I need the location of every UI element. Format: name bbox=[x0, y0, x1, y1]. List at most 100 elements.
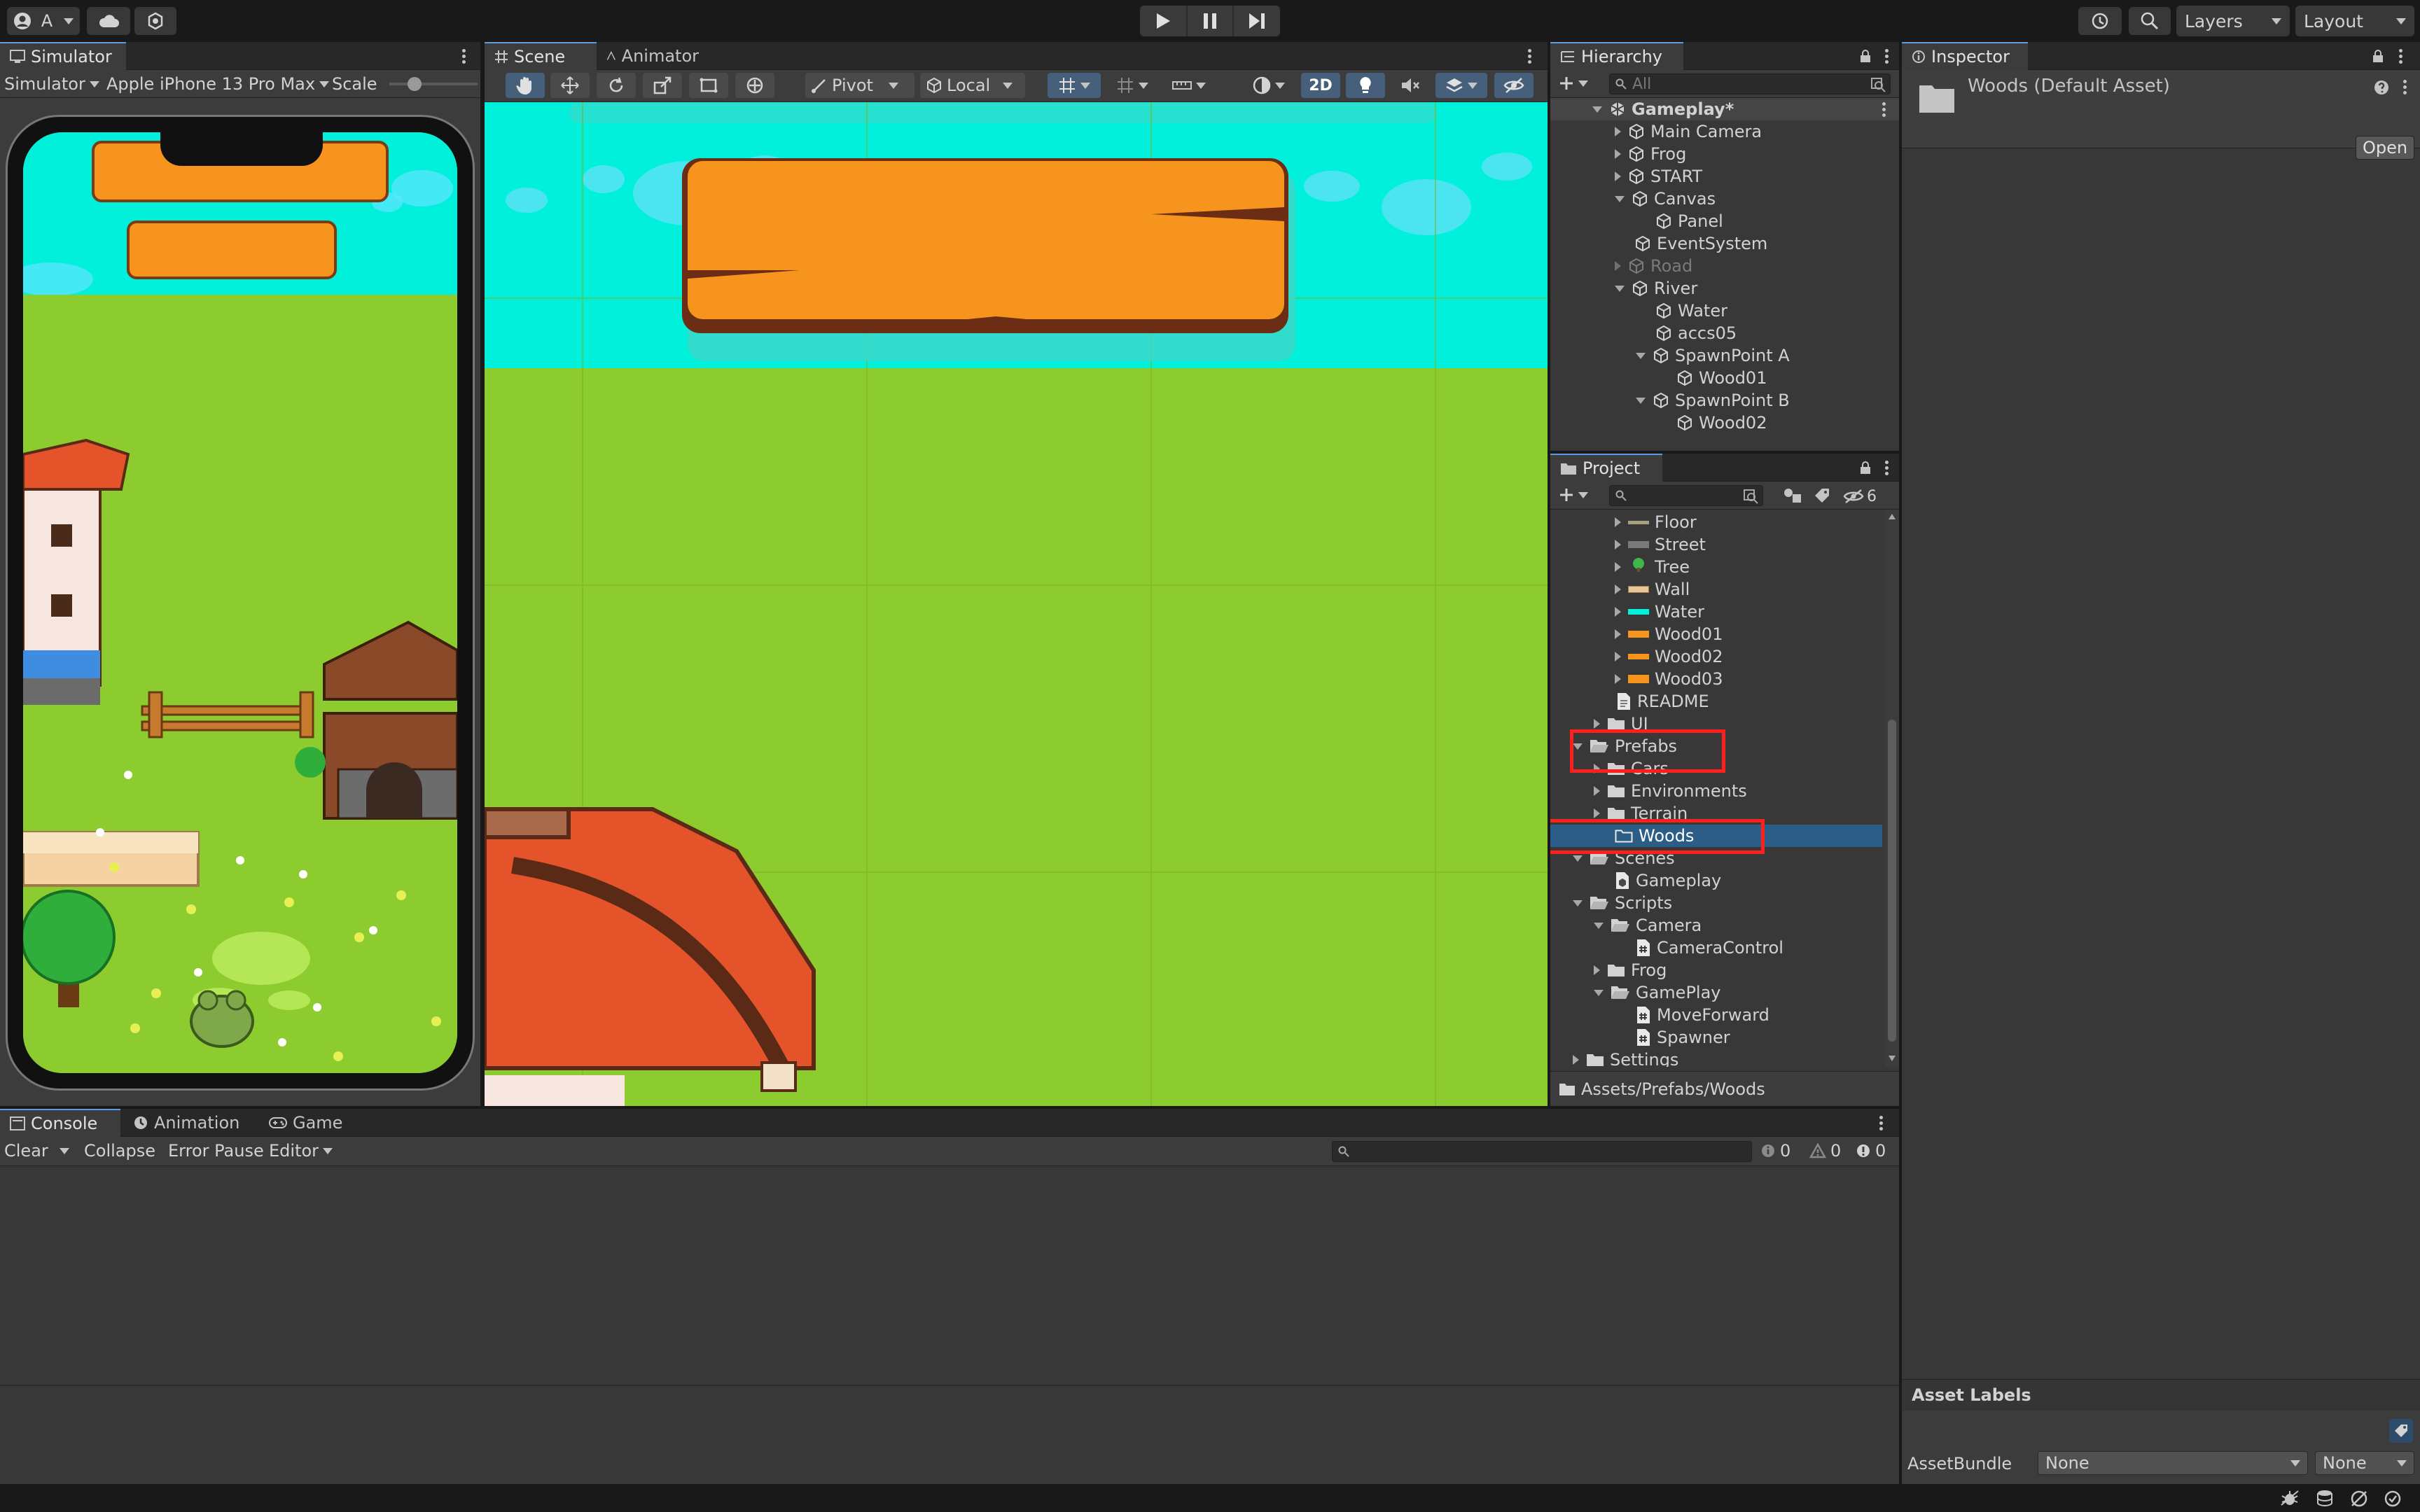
expand-arrow-icon[interactable] bbox=[1594, 808, 1600, 818]
lock-icon[interactable] bbox=[1858, 461, 1872, 475]
rotate-tool-button[interactable] bbox=[597, 73, 636, 98]
project-search-input[interactable] bbox=[1609, 485, 1763, 506]
help-icon[interactable] bbox=[2374, 80, 2389, 95]
expand-arrow-icon[interactable] bbox=[1615, 149, 1621, 159]
history-button[interactable] bbox=[2078, 7, 2122, 35]
tree-item-spawnpoint-b[interactable]: SpawnPoint B bbox=[1636, 389, 1790, 412]
expand-arrow-icon[interactable] bbox=[1615, 261, 1621, 271]
expand-arrow-icon[interactable] bbox=[1615, 629, 1621, 639]
device-dropdown[interactable]: Apple iPhone 13 Pro Max bbox=[106, 71, 330, 97]
tree-item-scripts[interactable]: Scripts bbox=[1573, 892, 1672, 914]
more-options-icon[interactable] bbox=[1879, 458, 1893, 477]
rect-tool-button[interactable] bbox=[689, 73, 728, 98]
step-button[interactable] bbox=[1234, 6, 1280, 36]
editor-dropdown[interactable]: Editor bbox=[269, 1138, 333, 1163]
tab-animation[interactable]: Animation bbox=[123, 1109, 263, 1137]
search-button[interactable] bbox=[2129, 7, 2171, 35]
error-filter-toggle[interactable]: 0 bbox=[1856, 1138, 1886, 1163]
tree-item-tree[interactable]: Tree bbox=[1615, 556, 1690, 578]
expand-arrow-icon[interactable] bbox=[1636, 397, 1646, 404]
cloud-button[interactable] bbox=[87, 7, 130, 35]
play-button[interactable] bbox=[1140, 6, 1186, 36]
tree-item-accs05[interactable]: accs05 bbox=[1655, 322, 1737, 344]
layers-dropdown[interactable]: Layers bbox=[2176, 6, 2290, 36]
tree-item-settings[interactable]: Settings bbox=[1573, 1049, 1678, 1067]
tab-simulator[interactable]: Simulator bbox=[0, 42, 126, 70]
lighting-toggle[interactable] bbox=[1346, 73, 1385, 98]
tree-item-wood02[interactable]: Wood02 bbox=[1676, 412, 1767, 434]
shading-dropdown[interactable] bbox=[1242, 73, 1295, 98]
clear-dropdown[interactable]: Clear bbox=[4, 1138, 69, 1163]
variant-dropdown[interactable]: None bbox=[2315, 1451, 2414, 1475]
pivot-dropdown[interactable]: Pivot bbox=[805, 73, 915, 98]
more-options-icon[interactable] bbox=[1522, 46, 1536, 66]
visibility-toggle[interactable] bbox=[1494, 73, 1534, 98]
transform-tool-button[interactable] bbox=[735, 73, 774, 98]
ruler-dropdown[interactable] bbox=[1162, 73, 1216, 98]
tree-item-river[interactable]: River bbox=[1615, 277, 1697, 300]
expand-arrow-icon[interactable] bbox=[1615, 540, 1621, 550]
tree-item-moveforward[interactable]: MoveForward bbox=[1636, 1004, 1769, 1026]
console-splitter[interactable] bbox=[0, 1385, 1899, 1386]
tree-item-street[interactable]: Street bbox=[1615, 533, 1706, 556]
tree-item-wood03[interactable]: Wood03 bbox=[1615, 668, 1723, 690]
tree-item-gameplay-scene[interactable]: Gameplay* bbox=[1550, 98, 1899, 120]
tree-item-water[interactable]: Water bbox=[1615, 601, 1704, 623]
tree-item-water[interactable]: Water bbox=[1655, 300, 1727, 322]
expand-arrow-icon[interactable] bbox=[1594, 965, 1600, 975]
effects-dropdown[interactable] bbox=[1435, 73, 1487, 98]
expand-arrow-icon[interactable] bbox=[1573, 899, 1583, 906]
add-label-button[interactable] bbox=[2389, 1419, 2413, 1443]
collab-button[interactable] bbox=[134, 7, 176, 35]
toggle-2d-button[interactable]: 2D bbox=[1301, 73, 1340, 98]
project-scrollbar[interactable] bbox=[1885, 510, 1899, 1067]
expand-arrow-icon[interactable] bbox=[1573, 855, 1583, 862]
tree-item-gameplay-folder[interactable]: GamePlay bbox=[1594, 981, 1721, 1004]
expand-arrow-icon[interactable] bbox=[1594, 989, 1604, 996]
tab-hierarchy[interactable]: Hierarchy bbox=[1550, 42, 1683, 70]
tree-item-frog[interactable]: Frog bbox=[1615, 143, 1686, 165]
tree-item-floor[interactable]: Floor bbox=[1615, 511, 1697, 533]
expand-arrow-icon[interactable] bbox=[1636, 352, 1646, 359]
expand-arrow-icon[interactable] bbox=[1594, 786, 1600, 796]
tree-item-eventsystem[interactable]: EventSystem bbox=[1634, 232, 1767, 255]
tree-item-wood02[interactable]: Wood02 bbox=[1615, 645, 1723, 668]
expand-arrow-icon[interactable] bbox=[1615, 674, 1621, 684]
error-pause-button[interactable]: Error Pause bbox=[168, 1138, 264, 1163]
more-options-icon[interactable] bbox=[1879, 46, 1893, 66]
tree-item-gameplay[interactable]: Gameplay bbox=[1615, 869, 1721, 892]
expand-arrow-icon[interactable] bbox=[1573, 1055, 1579, 1065]
scale-slider[interactable] bbox=[389, 77, 478, 91]
layout-dropdown[interactable]: Layout bbox=[2295, 6, 2414, 36]
account-dropdown[interactable]: A bbox=[7, 7, 80, 35]
auto-generate-icon[interactable] bbox=[2350, 1490, 2368, 1508]
filter-by-type-icon[interactable] bbox=[1783, 487, 1802, 504]
search-filter-icon[interactable] bbox=[1870, 77, 1886, 92]
move-tool-button[interactable] bbox=[550, 73, 590, 98]
scale-tool-button[interactable] bbox=[643, 73, 682, 98]
scene-viewport[interactable] bbox=[485, 102, 1548, 1106]
tab-console[interactable]: Console bbox=[0, 1109, 120, 1137]
warning-filter-toggle[interactable]: 0 bbox=[1809, 1138, 1841, 1163]
scrollbar-thumb[interactable] bbox=[1888, 720, 1896, 1042]
debug-bug-icon[interactable] bbox=[2280, 1490, 2300, 1506]
more-options-icon[interactable] bbox=[1877, 99, 1891, 119]
local-dropdown[interactable]: Local bbox=[920, 73, 1025, 98]
scroll-up-icon[interactable] bbox=[1889, 514, 1896, 519]
slider-handle[interactable] bbox=[408, 77, 422, 91]
expand-arrow-icon[interactable] bbox=[1615, 127, 1621, 136]
console-search-input[interactable] bbox=[1332, 1141, 1752, 1162]
expand-arrow-icon[interactable] bbox=[1615, 172, 1621, 181]
expand-arrow-icon[interactable] bbox=[1594, 922, 1604, 929]
increment-snap-dropdown[interactable] bbox=[1108, 73, 1157, 98]
tree-item-spawner[interactable]: Spawner bbox=[1636, 1026, 1730, 1049]
tree-item-road[interactable]: Road bbox=[1615, 255, 1692, 277]
log-filter-toggle[interactable]: 0 bbox=[1760, 1138, 1790, 1163]
create-dropdown[interactable] bbox=[1559, 484, 1598, 505]
tab-inspector[interactable]: Inspector bbox=[1902, 42, 2028, 70]
more-options-icon[interactable] bbox=[1874, 1113, 1888, 1133]
tree-item-camera[interactable]: Camera bbox=[1594, 914, 1702, 937]
tree-item-frog[interactable]: Frog bbox=[1594, 959, 1667, 981]
console-log-area[interactable] bbox=[0, 1166, 1899, 1390]
expand-arrow-icon[interactable] bbox=[1615, 285, 1625, 292]
